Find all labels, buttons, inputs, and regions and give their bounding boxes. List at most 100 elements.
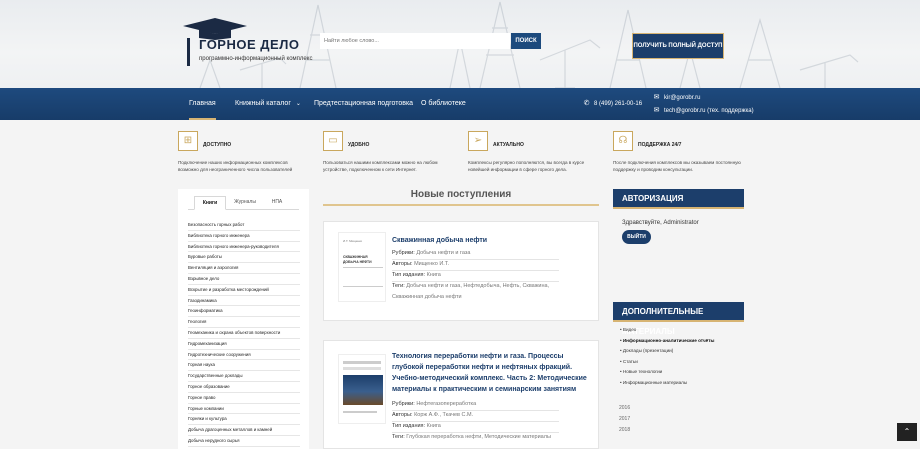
logo-bar (187, 38, 190, 66)
sidebar-category-item[interactable]: Гидромеханизация (188, 339, 300, 350)
extra-item-video[interactable]: • Видео (620, 325, 744, 336)
sidebar-category-item[interactable]: Добыча драгоценных металлов и камней (188, 425, 300, 436)
year-item[interactable]: 2016 (619, 403, 630, 414)
year-item[interactable]: 2017 (619, 414, 630, 425)
scroll-to-top-button[interactable]: ⌃ (897, 423, 917, 441)
sidebar-category-item[interactable]: Буровые работы (188, 252, 300, 264)
nav-item-home[interactable]: Главная (189, 88, 216, 120)
book-tags: Теги: Добыча нефти и газа, Нефтедобыча, … (392, 281, 559, 303)
type-label: Тип издания: (392, 423, 426, 429)
cover-author: И.Т. Мищенко (343, 239, 363, 243)
sidebar-category-item[interactable]: Добыча нерудного сырья (188, 436, 300, 447)
book-cover[interactable] (338, 354, 386, 424)
type-value[interactable]: Книга (427, 272, 441, 278)
authors-value[interactable]: Корж А.Ф., Ткачев С.М. (414, 412, 473, 418)
sidebar-category-item[interactable]: Горняки и культура (188, 414, 300, 426)
tags-value[interactable]: Глубокая переработка нефти, Методические… (406, 434, 551, 440)
type-value[interactable]: Книга (427, 423, 441, 429)
extra-item-info-materials[interactable]: • Информационные материалы (620, 378, 744, 389)
tags-value[interactable]: Добыча нефти и газа, Нефтедобыча, Нефть,… (392, 283, 549, 300)
authors-label: Авторы: (392, 261, 413, 267)
tags-label: Теги: (392, 434, 405, 440)
support-email-contact[interactable]: ✉ tech@gorobr.ru (тех. поддержка) (653, 106, 754, 114)
book-title[interactable]: Технология переработки нефти и газа. Про… (392, 351, 592, 395)
tab-books[interactable]: Книги (194, 196, 226, 210)
rubric-value[interactable]: Нефтегазопереработка (416, 401, 476, 407)
feature-title: ДОСТУПНО (203, 142, 232, 148)
sidebar-category-item[interactable]: Горное право (188, 393, 300, 404)
greeting-text: Здравствуйте, Administrator (622, 220, 699, 226)
sidebar-category-item[interactable]: Библиотека горного инженера-руководителя (188, 242, 300, 253)
sidebar-category-item[interactable]: Газодинамика (188, 296, 300, 307)
catalog-sidebar: Книги Журналы НПА Безопасность горных ра… (178, 189, 309, 449)
sidebar-category-item[interactable]: Библиотека горного инженера (188, 231, 300, 242)
sidebar-category-item[interactable]: Гидротехнические сооружения (188, 350, 300, 361)
email-contact[interactable]: ✉ kir@gorobr.ru (653, 93, 701, 101)
feature-description: Пользоваться нашими комплексами можно на… (323, 160, 438, 172)
tab-journals[interactable]: Журналы (228, 196, 262, 210)
tab-npa[interactable]: НПА (264, 196, 290, 210)
sidebar-category-item[interactable]: Безопасность горных работ (188, 220, 300, 231)
book-card[interactable]: Технология переработки нефти и газа. Про… (323, 340, 599, 449)
sidebar-category-item[interactable]: Государственные доклады (188, 371, 300, 382)
rubric-label: Рубрики: (392, 401, 415, 407)
envelope-icon: ✉ (653, 94, 660, 101)
sidebar-category-item[interactable]: Горное образование (188, 382, 300, 393)
feature-description: Комплексы регулярно пополняются, вы всег… (468, 160, 585, 172)
sidebar-category-item[interactable]: Горная наука (188, 360, 300, 372)
year-list: 2016 2017 2018 (619, 403, 630, 436)
chevron-down-icon: ⌄ (295, 101, 301, 107)
nav-item-preparation[interactable]: Предтестационная подготовка (314, 88, 413, 120)
extra-materials-list: • Видео • Информационно-аналитические от… (620, 325, 744, 388)
phone-number: 8 (499) 261-00-16 (594, 101, 643, 107)
sidebar-category-item[interactable]: Геомеханика и охрана объектов поверхност… (188, 328, 300, 339)
sidebar-category-item[interactable]: Вентиляция и аэрология (188, 263, 300, 274)
book-title[interactable]: Скважинная добыча нефти (392, 235, 592, 246)
category-list: Безопасность горных работ Библиотека горн… (188, 220, 300, 447)
feature-description: После подключения комплексов мы оказывае… (613, 160, 741, 172)
logout-button[interactable]: ВЫЙТИ (622, 230, 651, 244)
phone-icon: ✆ (583, 100, 590, 107)
rubric-label: Рубрики: (392, 250, 415, 256)
main-navigation: Главная Книжный каталог ⌄ Предтестационн… (0, 88, 920, 120)
cover-text-line (343, 367, 381, 370)
nav-item-catalog-label: Книжный каталог (235, 100, 291, 107)
logo-subtitle: программно-информационный комплекс (199, 56, 313, 62)
feature-description: Подключение наших информационных комплек… (178, 160, 293, 172)
sidebar-category-item[interactable]: Геология (188, 317, 300, 328)
cover-text-line (343, 361, 381, 364)
cover-decoration (343, 267, 383, 287)
auth-panel-title: АВТОРИЗАЦИЯ (613, 189, 744, 209)
nav-item-about[interactable]: О библиотеке (421, 88, 466, 120)
sidebar-category-item[interactable]: Вскрытие и разработка месторождений (188, 285, 300, 296)
rubric-value[interactable]: Добыча нефти и газа (416, 250, 470, 256)
book-card[interactable]: И.Т. Мищенко СКВАЖИННАЯ ДОБЫЧА НЕФТИ Скв… (323, 221, 599, 321)
nav-item-catalog[interactable]: Книжный каталог ⌄ (235, 88, 301, 120)
sitemap-icon: ⊞ (178, 131, 198, 151)
authors-value[interactable]: Мищенко И.Т. (414, 261, 449, 267)
phone-contact[interactable]: ✆ 8 (499) 261-00-16 (583, 99, 642, 107)
full-access-button[interactable]: ПОЛУЧИТЬ ПОЛНЫЙ ДОСТУП (632, 33, 724, 59)
site-logo[interactable]: ГОРНОЕ ДЕЛО программно-информационный ко… (183, 18, 333, 68)
headset-icon: ☊ (613, 131, 633, 151)
sidebar-category-item[interactable]: Горные компании (188, 404, 300, 415)
search-button[interactable]: ПОИСК (511, 33, 541, 49)
sidebar-category-item[interactable]: Взрывное дело (188, 274, 300, 285)
tags-label: Теги: (392, 283, 405, 289)
extra-item-presentations[interactable]: • Доклады (презентации) (620, 346, 744, 357)
extra-item-reports[interactable]: • Информационно-аналитические отчёты (620, 336, 744, 347)
extra-item-articles[interactable]: • Статьи (620, 357, 744, 368)
cover-image (343, 375, 383, 405)
book-cover[interactable]: И.Т. Мищенко СКВАЖИННАЯ ДОБЫЧА НЕФТИ (338, 232, 386, 302)
feature-title: УДОБНО (348, 142, 370, 148)
envelope-icon: ✉ (653, 107, 660, 114)
support-email-address: tech@gorobr.ru (тех. поддержка) (664, 108, 754, 114)
search-input[interactable] (320, 33, 510, 49)
extra-materials-title: ДОПОЛНИТЕЛЬНЫЕ МАТЕРИАЛЫ (613, 302, 744, 336)
feature-title: АКТУАЛЬНО (493, 142, 524, 148)
authors-label: Авторы: (392, 412, 413, 418)
cover-text-line (343, 411, 377, 413)
extra-item-technologies[interactable]: • Новые технологии (620, 367, 744, 378)
year-item[interactable]: 2018 (619, 425, 630, 436)
sidebar-category-item[interactable]: Геоинформатика (188, 306, 300, 318)
